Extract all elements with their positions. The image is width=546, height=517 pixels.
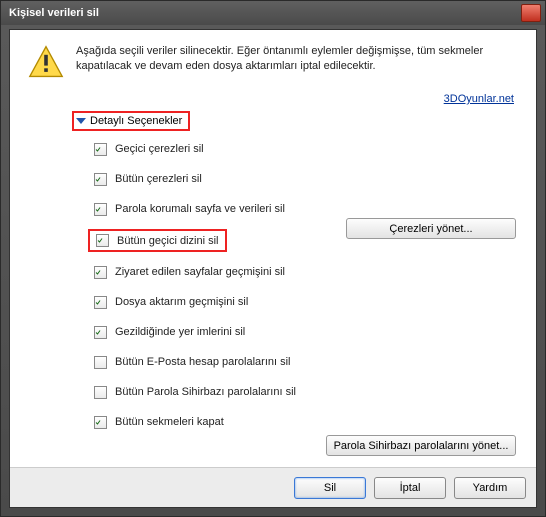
option-label: Bütün sekmeleri kapat xyxy=(115,416,224,428)
manage-wand-passwords-button[interactable]: Parola Sihirbazı parolalarını yönet... xyxy=(326,435,516,456)
checkbox[interactable] xyxy=(94,203,107,216)
detailed-options-label: Detaylı Seçenekler xyxy=(90,115,182,127)
options-list: Geçici çerezleri sil Bütün çerezleri sil P… xyxy=(94,139,518,432)
close-button[interactable] xyxy=(521,4,541,22)
warning-text: Aşağıda seçili veriler silinecektir. Eğe… xyxy=(76,44,518,74)
option-highlight: Bütün geçici dizini sil xyxy=(88,229,227,252)
content-area: Aşağıda seçili veriler silinecektir. Eğe… xyxy=(9,29,537,508)
option-label: Geçici çerezleri sil xyxy=(115,143,204,155)
checkbox[interactable] xyxy=(94,143,107,156)
checkbox[interactable] xyxy=(94,356,107,369)
option-row: Gezildiğinde yer imlerini sil xyxy=(94,322,518,342)
option-label: Parola korumalı sayfa ve verileri sil xyxy=(115,203,285,215)
option-row: Bütün E-Posta hesap parolalarını sil xyxy=(94,352,518,372)
cancel-button[interactable]: İptal xyxy=(374,477,446,499)
checkbox[interactable] xyxy=(94,416,107,429)
option-row: Bütün Parola Sihirbazı parolalarını sil xyxy=(94,382,518,402)
option-label: Bütün Parola Sihirbazı parolalarını sil xyxy=(115,386,296,398)
dialog-body: Aşağıda seçili veriler silinecektir. Eğe… xyxy=(10,30,536,467)
option-label: Bütün E-Posta hesap parolalarını sil xyxy=(115,356,291,368)
option-row: Bütün sekmeleri kapat xyxy=(94,412,518,432)
option-row: Geçici çerezleri sil xyxy=(94,139,518,159)
checkbox[interactable] xyxy=(94,386,107,399)
dialog-window: Kişisel verileri sil Aşağıda seçili veri… xyxy=(0,0,546,517)
site-link-row: 3DOyunlar.net xyxy=(28,93,514,105)
manage-cookies-button[interactable]: Çerezleri yönet... xyxy=(346,218,516,239)
warning-icon xyxy=(28,44,64,83)
checkbox[interactable] xyxy=(94,296,107,309)
option-row: Dosya aktarım geçmişini sil xyxy=(94,292,518,312)
help-button[interactable]: Yardım xyxy=(454,477,526,499)
detailed-options-toggle[interactable]: Detaylı Seçenekler xyxy=(72,111,190,131)
site-link[interactable]: 3DOyunlar.net xyxy=(444,93,514,105)
option-label: Bütün çerezleri sil xyxy=(115,173,202,185)
option-label: Dosya aktarım geçmişini sil xyxy=(115,296,248,308)
option-label: Bütün geçici dizini sil xyxy=(117,235,219,247)
dialog-footer: Sil İptal Yardım xyxy=(10,467,536,507)
option-row: Bütün çerezleri sil xyxy=(94,169,518,189)
delete-button[interactable]: Sil xyxy=(294,477,366,499)
option-label: Ziyaret edilen sayfalar geçmişini sil xyxy=(115,266,285,278)
warning-row: Aşağıda seçili veriler silinecektir. Eğe… xyxy=(28,44,518,83)
checkbox[interactable] xyxy=(94,266,107,279)
option-label: Gezildiğinde yer imlerini sil xyxy=(115,326,245,338)
checkbox[interactable] xyxy=(94,173,107,186)
titlebar: Kişisel verileri sil xyxy=(1,1,545,25)
checkbox[interactable] xyxy=(94,326,107,339)
window-title: Kişisel verileri sil xyxy=(9,7,521,19)
checkbox[interactable] xyxy=(96,234,109,247)
option-row: Parola korumalı sayfa ve verileri sil xyxy=(94,199,518,219)
option-row: Ziyaret edilen sayfalar geçmişini sil xyxy=(94,262,518,282)
triangle-down-icon xyxy=(76,118,86,124)
